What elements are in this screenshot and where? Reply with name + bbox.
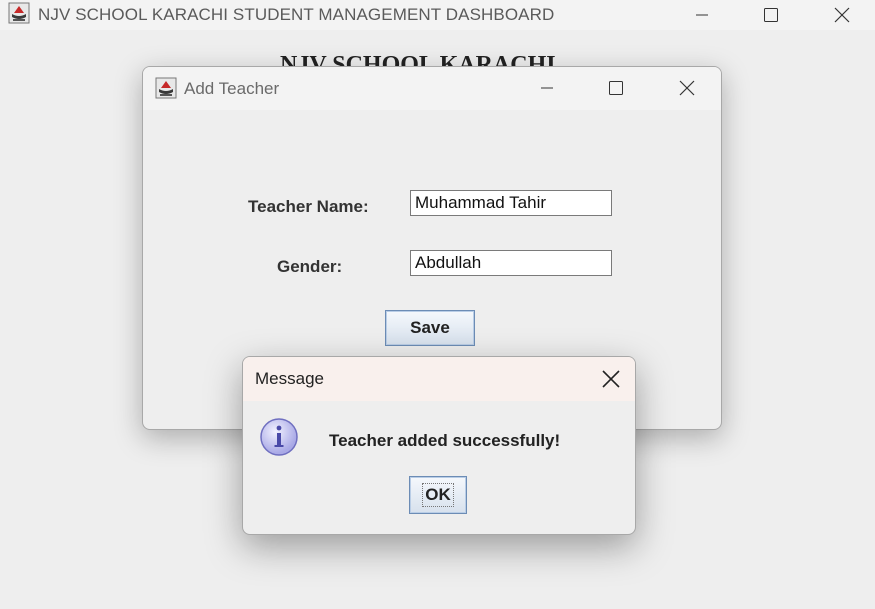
main-window-titlebar[interactable]: NJV SCHOOL KARACHI STUDENT MANAGEMENT DA… [0, 0, 875, 30]
close-button[interactable] [819, 0, 865, 30]
ok-button-label: OK [422, 483, 454, 507]
close-icon [834, 7, 850, 23]
java-cup-icon [8, 2, 30, 24]
message-dialog: Message Teacher added successfully! OK [242, 356, 636, 535]
minimize-button[interactable] [679, 0, 725, 30]
maximize-icon [764, 8, 778, 22]
dialog-maximize-button[interactable] [593, 73, 639, 103]
gender-input[interactable] [410, 250, 612, 276]
teacher-name-label: Teacher Name: [248, 197, 369, 216]
minimize-icon [696, 14, 708, 16]
dialog-close-button[interactable] [664, 73, 710, 103]
teacher-name-input[interactable] [410, 190, 612, 216]
message-titlebar[interactable]: Message [243, 357, 635, 401]
add-teacher-titlebar[interactable]: Add Teacher [143, 67, 721, 110]
minimize-icon [541, 87, 553, 89]
message-text: Teacher added successfully! [329, 431, 561, 450]
maximize-button[interactable] [748, 0, 794, 30]
main-window-title: NJV SCHOOL KARACHI STUDENT MANAGEMENT DA… [38, 5, 555, 24]
save-button[interactable]: Save [385, 310, 475, 346]
message-title: Message [255, 369, 324, 388]
maximize-icon [609, 81, 623, 95]
ok-button[interactable]: OK [409, 476, 467, 514]
info-icon [260, 418, 298, 456]
close-icon [602, 370, 620, 388]
close-icon [679, 80, 695, 96]
java-cup-icon [155, 77, 177, 99]
dialog-minimize-button[interactable] [524, 73, 570, 103]
message-close-button[interactable] [588, 364, 634, 394]
gender-label: Gender: [277, 257, 343, 276]
add-teacher-title: Add Teacher [184, 79, 280, 98]
